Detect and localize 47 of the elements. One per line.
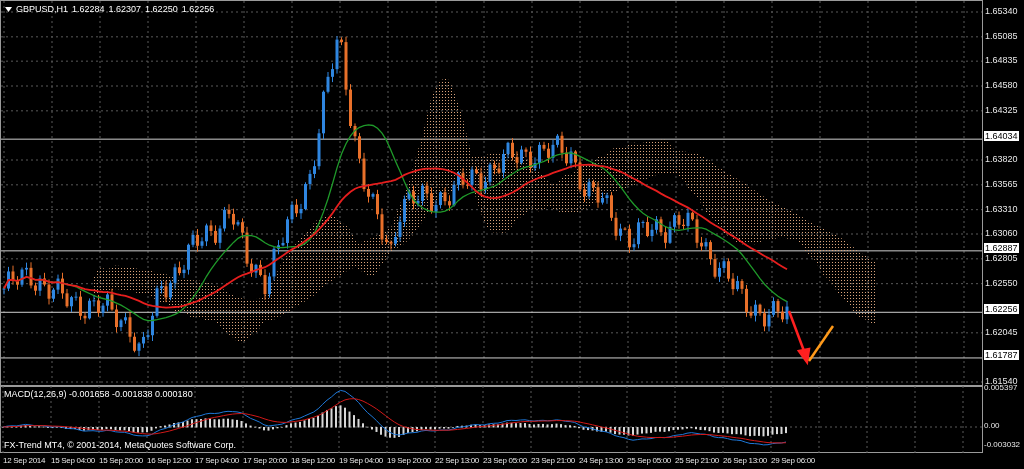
- time-tick-label: 17 Sep 04:00: [195, 456, 239, 466]
- time-tick-label: 25 Sep 05:00: [627, 456, 671, 466]
- price-tick-label: 1.61540: [985, 376, 1018, 386]
- time-tick-label: 12 Sep 2014: [3, 456, 46, 466]
- time-tick-label: 18 Sep 12:00: [291, 456, 335, 466]
- price-level-label: 1.61787: [984, 349, 1019, 360]
- price-tick-label: 1.64325: [985, 104, 1018, 115]
- time-tick-label: 29 Sep 06:00: [771, 456, 815, 466]
- quote-value: 1.62307: [108, 4, 142, 14]
- time-tick-label: 25 Sep 21:00: [675, 456, 719, 466]
- price-tick-label: 1.62805: [985, 252, 1018, 263]
- macd-tick-label: -0.003032: [984, 440, 1021, 450]
- symbol-label: GBPUSD,H1: [16, 4, 68, 14]
- macd-tick-label: 0.005397: [984, 383, 1018, 393]
- time-tick-label: 26 Sep 13:00: [723, 456, 767, 466]
- price-level-label: 1.62256: [984, 304, 1019, 315]
- price-tick-label: 1.65085: [985, 30, 1018, 41]
- macd-label: MACD(12,26,9) -0.001658 -0.001838 0.000180: [4, 389, 193, 399]
- time-tick-label: 23 Sep 05:00: [483, 456, 527, 466]
- dropdown-triangle-icon[interactable]: [5, 6, 12, 12]
- price-tick-label: 1.63310: [985, 203, 1018, 214]
- quote-value: 1.62250: [145, 4, 178, 14]
- price-tick-label: 1.63820: [985, 154, 1018, 164]
- time-tick-label: 22 Sep 13:00: [435, 456, 479, 466]
- time-tick-label: 24 Sep 13:00: [579, 456, 623, 466]
- price-tick-label: 1.64835: [985, 55, 1018, 66]
- price-tick-label: 1.62045: [985, 326, 1018, 337]
- time-tick-label: 19 Sep 20:00: [387, 456, 431, 466]
- price-tick-label: 1.65340: [985, 6, 1018, 16]
- time-tick-label: 23 Sep 21:00: [531, 456, 575, 466]
- quote-value: 1.62284: [72, 4, 105, 14]
- price-level-label: 1.64034: [984, 131, 1019, 142]
- up-trend-line: [807, 325, 835, 362]
- price-level-label: 1.62887: [984, 242, 1019, 253]
- price-tick-label: 1.64580: [985, 80, 1018, 90]
- price-tick-label: 1.62550: [985, 277, 1018, 288]
- down-arrow-icon: [787, 310, 811, 366]
- time-tick-label: 15 Sep 04:00: [51, 456, 95, 466]
- price-tick-label: 1.63565: [985, 178, 1018, 189]
- time-tick-label: 17 Sep 20:00: [243, 456, 287, 466]
- time-tick-label: 15 Sep 20:00: [99, 456, 143, 466]
- copyright-text: FX-Trend MT4, © 2001-2014, MetaQuotes Software Corp.: [4, 440, 236, 450]
- quote-value: 1.62256: [181, 4, 215, 14]
- time-tick-label: 19 Sep 04:00: [339, 456, 383, 466]
- macd-tick-label: 0.00: [984, 421, 1000, 431]
- price-tick-label: 1.63060: [985, 228, 1018, 238]
- time-tick-label: 16 Sep 12:00: [147, 456, 191, 466]
